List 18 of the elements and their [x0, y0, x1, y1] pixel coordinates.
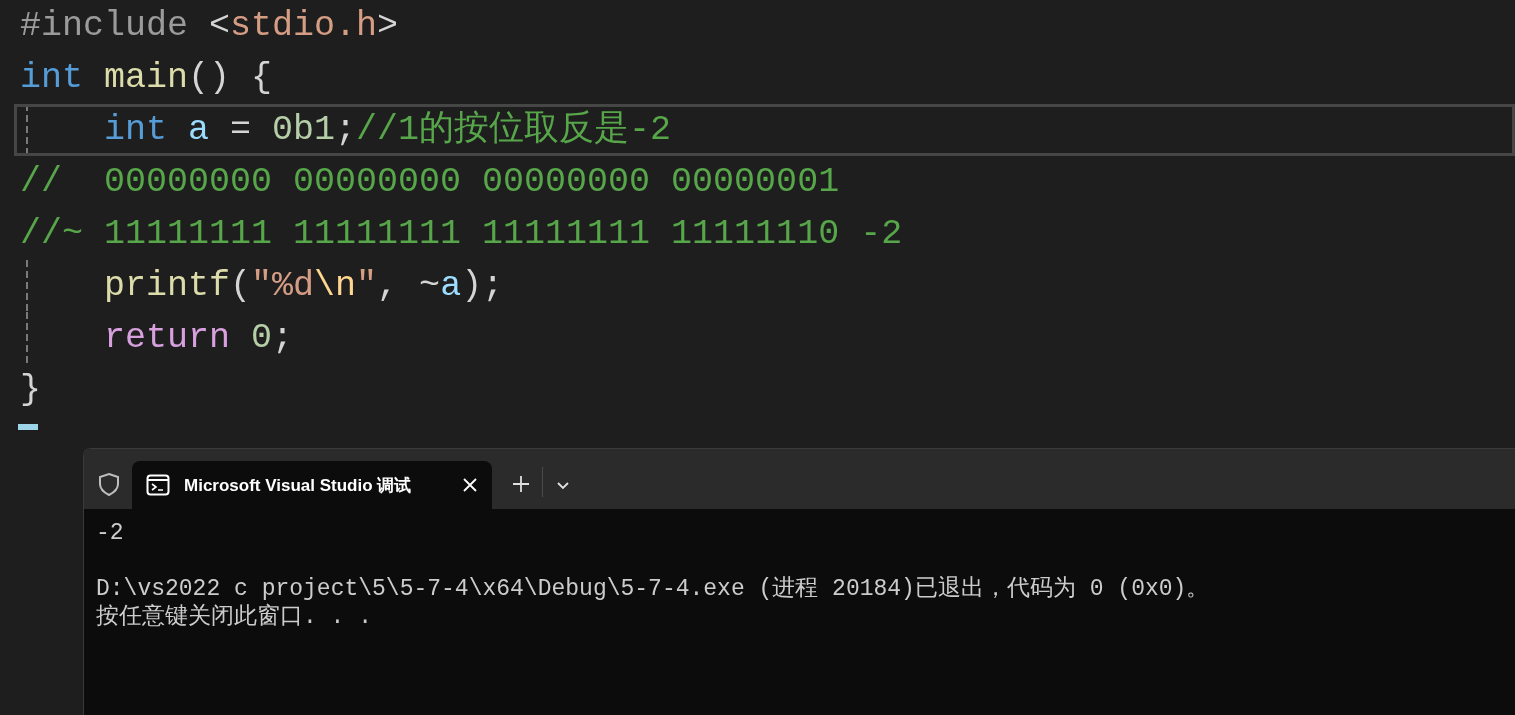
terminal-tab[interactable]: Microsoft Visual Studio 调试	[132, 461, 492, 509]
tab-title: Microsoft Visual Studio 调试	[184, 474, 413, 497]
code-line: printf("%d\n", ~a);	[103, 265, 504, 308]
text-cursor	[18, 424, 38, 430]
console-output-line: D:\vs2022 c project\5\5-7-4\x64\Debug\5-7-4.exe (进程 20184)已退出，代码为 0 (0x0)。	[96, 575, 1211, 603]
code-line: return 0;	[103, 317, 294, 360]
code-line: }	[20, 369, 41, 412]
plus-icon	[512, 475, 530, 493]
code-line: int main() {	[20, 57, 273, 100]
code-line: // 00000000 00000000 00000000 00000001	[20, 161, 840, 204]
console-output-line: 按任意键关闭此窗口. . .	[96, 603, 373, 631]
code-line: #include <stdio.h>	[20, 5, 399, 48]
shield-icon[interactable]	[96, 471, 122, 497]
console-output-line: -2	[96, 519, 125, 547]
close-icon[interactable]	[462, 477, 478, 493]
code-line: int a = 0b1;//1的按位取反是-2	[103, 109, 672, 152]
code-line: //~ 11111111 11111111 11111111 11111110 -2	[20, 213, 903, 256]
terminal-icon	[146, 474, 170, 496]
